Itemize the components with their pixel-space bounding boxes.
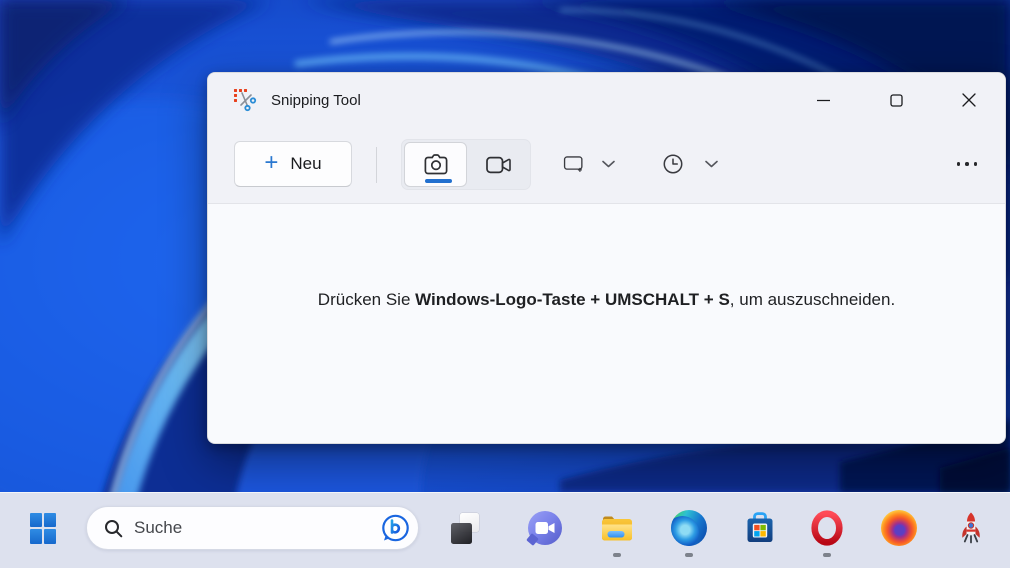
capture-mode-toggle xyxy=(401,139,531,190)
bing-chat-icon[interactable] xyxy=(380,513,411,544)
running-indicator-opera xyxy=(823,553,831,557)
close-button[interactable] xyxy=(946,83,992,117)
search-icon xyxy=(105,519,123,537)
taskbar-app-firefox[interactable] xyxy=(881,510,917,546)
task-view-button[interactable] xyxy=(449,511,485,547)
rectangle-select-icon xyxy=(563,156,583,172)
window-content: Drücken Sie Windows-Logo-Taste + UMSCHAL… xyxy=(208,204,1005,443)
screenshot-mode-button[interactable] xyxy=(404,142,467,187)
toolbar-divider xyxy=(376,147,377,183)
taskbar-app-chat[interactable] xyxy=(527,510,563,546)
taskbar-app-rocket[interactable] xyxy=(953,510,989,546)
microsoft-store-icon xyxy=(747,512,773,542)
snipping-tool-window: Snipping Tool + Neu Drücken Sie Windows-… xyxy=(207,72,1006,444)
taskbar-app-edge[interactable] xyxy=(671,510,707,546)
video-camera-icon xyxy=(486,156,511,173)
new-snip-button[interactable]: + Neu xyxy=(234,141,352,187)
search-placeholder: Suche xyxy=(134,518,183,537)
start-button[interactable] xyxy=(24,509,62,547)
see-more-button[interactable] xyxy=(945,147,989,181)
camera-icon xyxy=(424,154,447,175)
ellipsis-icon xyxy=(956,162,961,166)
snipping-tool-icon xyxy=(234,89,257,112)
new-snip-label: Neu xyxy=(290,154,322,173)
desktop: Snipping Tool + Neu Drücken Sie Windows-… xyxy=(0,0,1010,568)
taskbar-app-file-explorer[interactable] xyxy=(599,510,635,546)
maximize-button[interactable] xyxy=(873,83,919,117)
window-title: Snipping Tool xyxy=(271,91,361,109)
chat-camera-glyph xyxy=(535,522,555,534)
maximize-icon xyxy=(889,93,903,107)
running-indicator-edge xyxy=(685,553,693,557)
video-mode-button[interactable] xyxy=(467,142,530,187)
chevron-down-icon xyxy=(704,160,718,168)
close-icon xyxy=(962,93,976,107)
opera-icon xyxy=(811,510,843,546)
file-explorer-icon xyxy=(602,516,632,541)
titlebar[interactable]: Snipping Tool xyxy=(208,73,1005,127)
running-indicator-file-explorer xyxy=(613,553,621,557)
plus-icon: + xyxy=(264,149,279,176)
clock-delay-icon xyxy=(663,154,683,174)
edge-icon xyxy=(671,510,707,546)
minimize-button[interactable] xyxy=(800,83,846,117)
snip-delay-button[interactable] xyxy=(656,147,690,181)
snip-delay-chevron[interactable] xyxy=(703,156,719,172)
selected-mode-indicator xyxy=(425,179,452,183)
rocket-icon xyxy=(962,512,980,544)
search-box[interactable]: Suche xyxy=(86,506,419,550)
shortcut-hint-text: Drücken Sie Windows-Logo-Taste + UMSCHAL… xyxy=(317,290,896,309)
snip-shape-button[interactable] xyxy=(557,147,591,181)
toolbar: + Neu xyxy=(208,127,1005,203)
minimize-icon xyxy=(816,99,830,101)
firefox-icon xyxy=(881,510,917,546)
windows-logo-icon xyxy=(30,512,56,544)
taskbar-app-opera[interactable] xyxy=(809,510,845,546)
snip-shape-chevron[interactable] xyxy=(600,156,616,172)
shortcut-keys: Windows-Logo-Taste + UMSCHALT + S xyxy=(415,290,730,309)
taskbar-app-microsoft-store[interactable] xyxy=(742,510,778,546)
chevron-down-icon xyxy=(601,160,615,168)
